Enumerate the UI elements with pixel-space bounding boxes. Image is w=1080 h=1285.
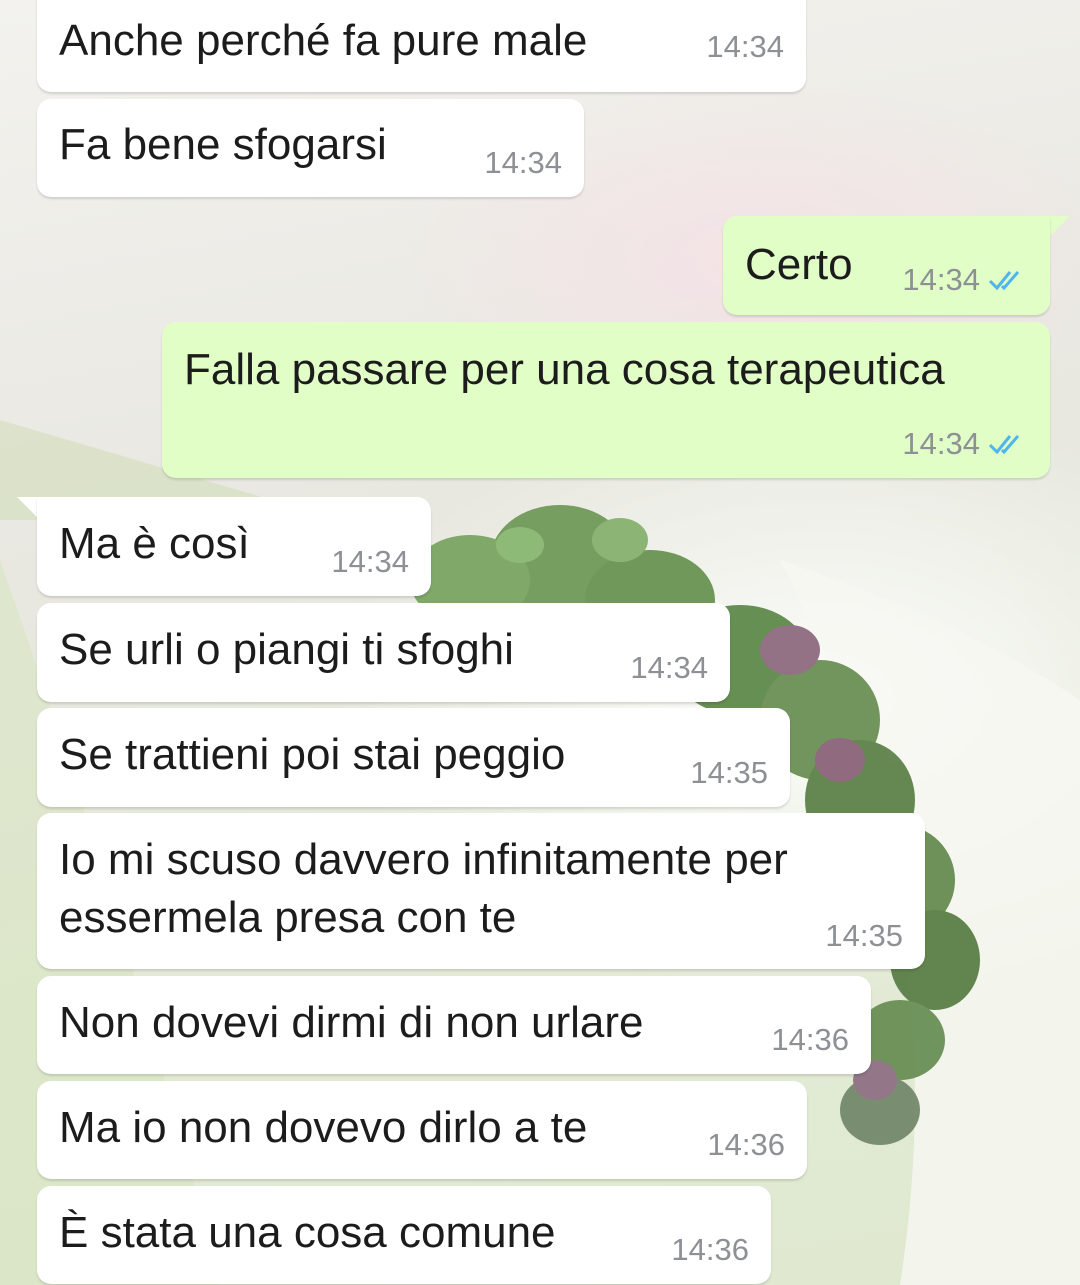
message-text: Se urli o piangi ti sfoghi [59,625,514,674]
message-timestamp: 14:36 [771,1022,849,1058]
message-list[interactable]: Anche perché fa pure male 14:34 Fa bene … [0,0,1080,1285]
message-text: Non dovevi dirmi di non urlare [59,998,644,1047]
timestamp-text: 14:36 [771,1022,849,1057]
incoming-message-bubble[interactable]: Ma io non dovevo dirlo a te 14:36 [37,1081,807,1179]
timestamp-text: 14:34 [706,29,784,64]
message-text: È stata una cosa comune [59,1208,556,1257]
incoming-message-bubble[interactable]: Non dovevi dirmi di non urlare 14:36 [37,976,871,1074]
read-double-tick-icon [988,432,1028,456]
incoming-message-bubble[interactable]: Anche perché fa pure male 14:34 [37,0,806,92]
message-timestamp: 14:35 [690,755,768,791]
timestamp-text: 14:34 [902,426,980,461]
message-timestamp: 14:34 [331,544,409,580]
message-timestamp: 14:35 [825,918,903,954]
message-timestamp: 14:34 [902,262,1028,298]
message-timestamp: 14:34 [706,29,784,65]
timestamp-text: 14:36 [671,1232,749,1267]
message-timestamp: 14:36 [671,1232,749,1268]
message-text: Certo [745,240,853,289]
message-text: Ma io non dovevo dirlo a te [59,1103,588,1152]
message-timestamp: 14:34 [630,650,708,686]
timestamp-text: 14:34 [630,650,708,685]
incoming-message-bubble[interactable]: È stata una cosa comune 14:36 [37,1186,771,1284]
message-timestamp: 14:34 [484,145,562,181]
message-text: Anche perché fa pure male [59,16,588,65]
message-text: Ma è così [59,519,250,568]
message-text: Fa bene sfogarsi [59,120,387,169]
incoming-message-bubble[interactable]: Io mi scuso davvero infinitamente per es… [37,813,925,969]
outgoing-message-bubble[interactable]: Falla passare per una cosa terapeutica 1… [162,322,1050,478]
timestamp-text: 14:34 [331,544,409,579]
message-timestamp: 14:34 [902,426,1028,462]
incoming-message-bubble[interactable]: Ma è così 14:34 [37,497,431,596]
timestamp-text: 14:35 [825,918,903,953]
message-text-line-1: Io mi scuso davvero infinitamente per [59,835,788,884]
message-text: Se trattieni poi stai peggio [59,730,566,779]
message-timestamp: 14:36 [707,1127,785,1163]
timestamp-text: 14:34 [902,262,980,297]
incoming-message-bubble[interactable]: Se trattieni poi stai peggio 14:35 [37,708,790,807]
message-text-line-2: essermela presa con te [59,893,517,942]
read-double-tick-icon [988,268,1028,292]
incoming-message-bubble[interactable]: Fa bene sfogarsi 14:34 [37,99,584,197]
incoming-message-bubble[interactable]: Se urli o piangi ti sfoghi 14:34 [37,603,730,702]
timestamp-text: 14:34 [484,145,562,180]
message-text: Falla passare per una cosa terapeutica [184,345,945,394]
timestamp-text: 14:36 [707,1127,785,1162]
outgoing-message-bubble[interactable]: Certo 14:34 [723,216,1050,315]
timestamp-text: 14:35 [690,755,768,790]
